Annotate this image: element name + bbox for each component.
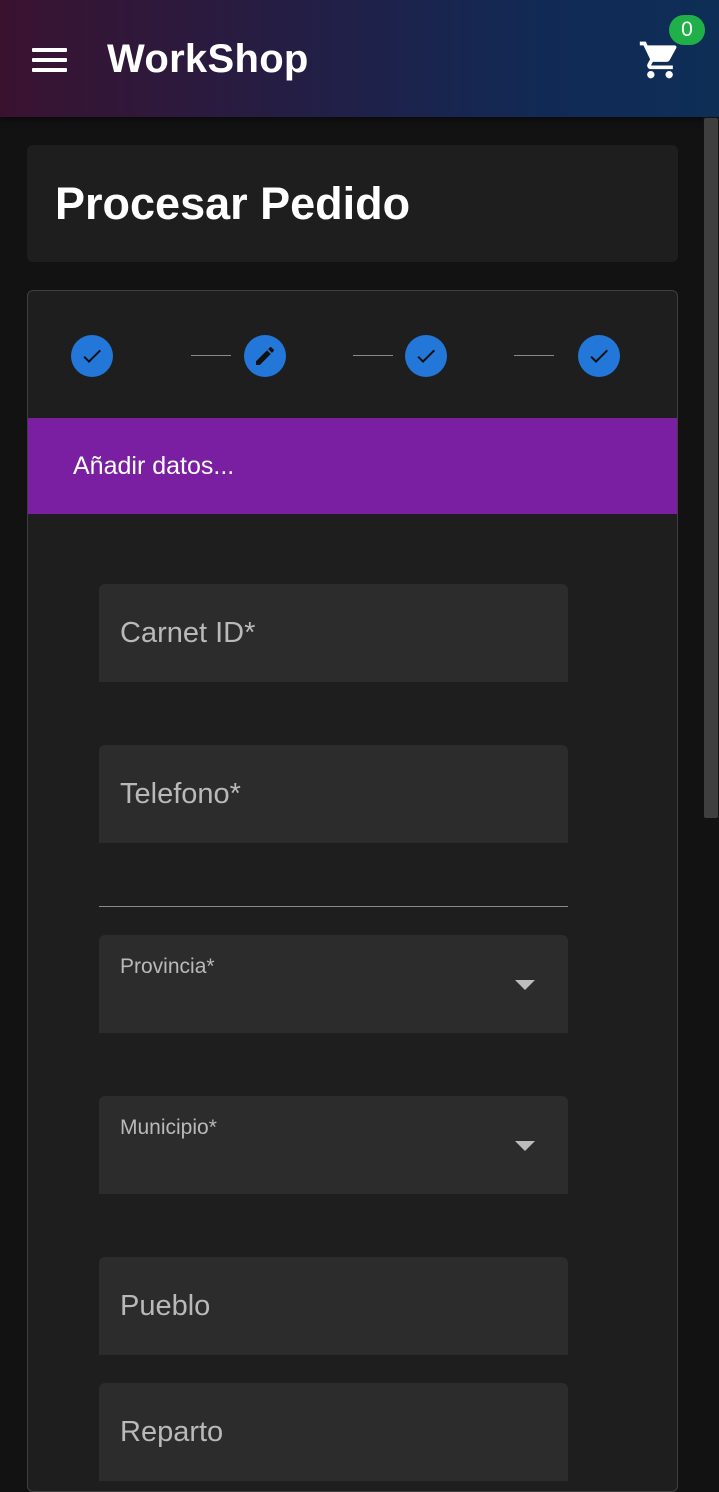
telefono-field[interactable]: Telefono* (99, 745, 568, 843)
menu-icon[interactable] (22, 35, 78, 83)
pueblo-field[interactable]: Pueblo (99, 1257, 568, 1355)
step-2-pencil-icon[interactable] (244, 335, 286, 377)
step-banner: Añadir datos... (28, 418, 677, 514)
municipio-select[interactable]: Municipio* (99, 1096, 568, 1194)
dropdown-arrow-icon (515, 1141, 535, 1151)
reparto-field[interactable]: Reparto (99, 1383, 568, 1481)
divider (99, 906, 568, 907)
step-4-check-icon[interactable] (578, 335, 620, 377)
step-connector (353, 355, 393, 356)
telefono-placeholder: Telefono* (120, 778, 241, 810)
page-title: Procesar Pedido (55, 178, 411, 229)
step-banner-text: Añadir datos... (73, 452, 235, 480)
page-title-card: Procesar Pedido (27, 145, 678, 262)
app-title: WorkShop (107, 37, 309, 81)
dropdown-arrow-icon (515, 980, 535, 990)
step-3-check-icon[interactable] (405, 335, 447, 377)
carnet-id-field[interactable]: Carnet ID* (99, 584, 568, 682)
scrollbar-thumb[interactable] (704, 118, 718, 818)
cart-count-badge: 0 (669, 15, 705, 45)
carnet-id-placeholder: Carnet ID* (120, 617, 256, 649)
provincia-select[interactable]: Provincia* (99, 935, 568, 1033)
step-connector (514, 355, 554, 356)
step-1-check-icon[interactable] (71, 335, 113, 377)
step-connector (191, 355, 231, 356)
provincia-label: Provincia* (120, 955, 215, 978)
order-stepper: Añadir datos... Carnet ID* Telefono* Pro… (27, 290, 678, 1492)
municipio-label: Municipio* (120, 1116, 217, 1139)
app-bar: WorkShop 0 (0, 0, 719, 117)
pueblo-placeholder: Pueblo (120, 1290, 211, 1322)
reparto-placeholder: Reparto (120, 1416, 224, 1448)
